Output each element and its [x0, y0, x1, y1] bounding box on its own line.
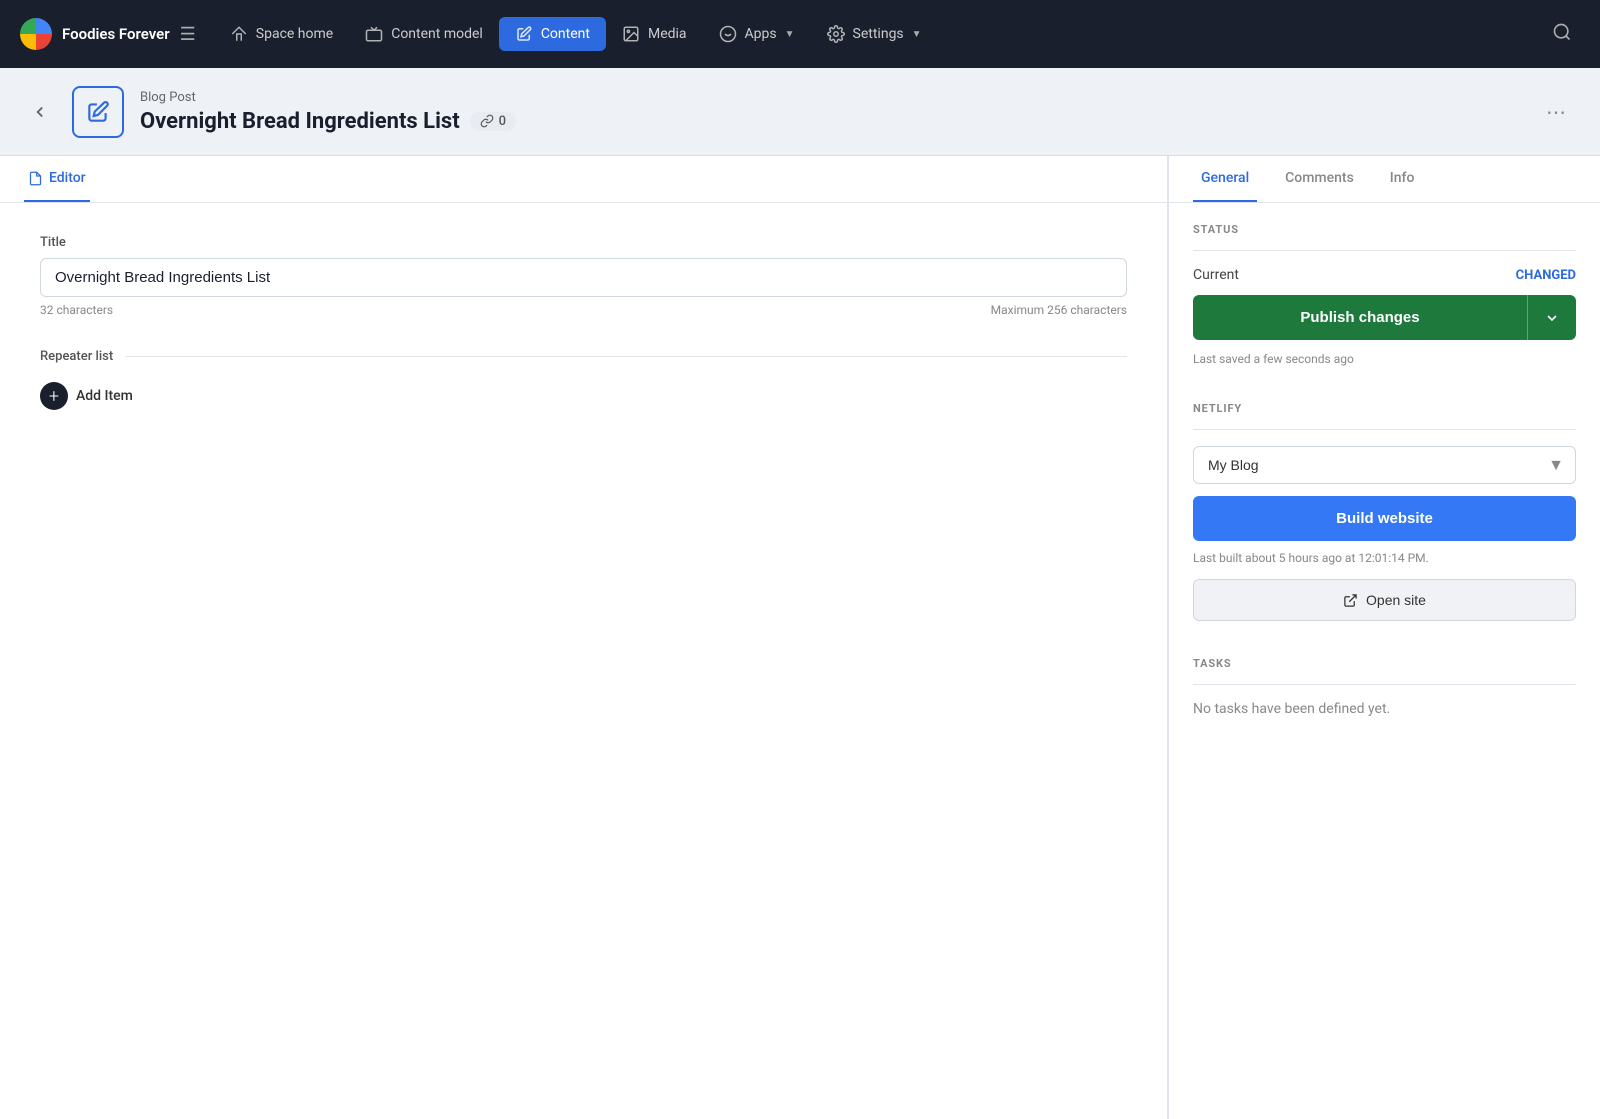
publish-button[interactable]: Publish changes [1193, 295, 1527, 340]
title-input[interactable] [40, 258, 1127, 297]
top-navigation: Foodies Forever ☰ Space home Content mod… [0, 0, 1600, 68]
netlify-section-label: NETLIFY [1193, 402, 1576, 415]
nav-apps[interactable]: Apps ▼ [703, 17, 811, 51]
editor-form: Title 32 characters Maximum 256 characte… [0, 203, 1167, 450]
tasks-section-label: TASKS [1193, 657, 1576, 670]
back-button[interactable] [24, 96, 56, 128]
tab-general-label: General [1201, 170, 1249, 186]
nav-content-model-label: Content model [391, 26, 483, 42]
blog-select-wrap: My Blog ▼ [1193, 446, 1576, 484]
repeater-label-text: Repeater list [40, 349, 113, 364]
tab-general[interactable]: General [1193, 156, 1257, 202]
status-current-label: Current [1193, 267, 1239, 283]
tab-info[interactable]: Info [1382, 156, 1423, 202]
page-header: Blog Post Overnight Bread Ingredients Li… [0, 68, 1600, 156]
settings-dropdown-icon: ▼ [912, 29, 922, 40]
chevron-down-icon [1544, 310, 1560, 326]
link-icon [480, 114, 494, 128]
publish-button-wrap: Publish changes [1193, 295, 1576, 340]
tab-comments[interactable]: Comments [1277, 156, 1362, 202]
external-link-icon [1343, 593, 1358, 608]
apps-icon [719, 25, 737, 43]
nav-media[interactable]: Media [606, 17, 703, 51]
blog-select[interactable]: My Blog [1193, 446, 1576, 484]
right-tabs: General Comments Info [1169, 156, 1600, 203]
home-icon [230, 25, 248, 43]
nav-space-home-label: Space home [256, 26, 333, 42]
tasks-section: TASKS No tasks have been defined yet. [1193, 641, 1576, 717]
status-section: STATUS Current CHANGED Publish changes L… [1193, 203, 1576, 366]
last-saved-text: Last saved a few seconds ago [1193, 352, 1576, 366]
add-item-button[interactable]: + Add Item [40, 374, 1127, 418]
content-icon-nav [515, 25, 533, 43]
last-built-text: Last built about 5 hours ago at 12:01:14… [1193, 551, 1576, 565]
header-text-block: Blog Post Overnight Bread Ingredients Li… [140, 90, 1522, 134]
open-site-label: Open site [1366, 592, 1426, 608]
editor-tab-icon [28, 171, 43, 186]
content-type-label: Blog Post [140, 90, 1522, 105]
add-item-label: Add Item [76, 388, 133, 404]
nav-content-label: Content [541, 26, 590, 42]
app-logo[interactable]: Foodies Forever [20, 18, 170, 50]
open-site-button[interactable]: Open site [1193, 579, 1576, 621]
no-tasks-text: No tasks have been defined yet. [1193, 701, 1576, 717]
nav-content-model[interactable]: Content model [349, 17, 499, 51]
nav-apps-label: Apps [745, 26, 777, 42]
tab-editor[interactable]: Editor [24, 156, 90, 202]
title-text: Overnight Bread Ingredients List [140, 109, 460, 134]
settings-icon [827, 25, 845, 43]
app-name: Foodies Forever [62, 25, 170, 43]
status-badge: CHANGED [1516, 268, 1576, 283]
status-divider [1193, 250, 1576, 251]
nav-settings-label: Settings [853, 26, 904, 42]
main-layout: Editor Title 32 characters Maximum 256 c… [0, 156, 1600, 1119]
menu-icon[interactable]: ☰ [180, 24, 196, 45]
right-panel: General Comments Info STATUS Current CHA… [1168, 156, 1600, 1119]
field-meta: 32 characters Maximum 256 characters [40, 303, 1127, 317]
link-badge[interactable]: 0 [470, 112, 516, 131]
repeater-divider [125, 356, 1127, 357]
editor-panel: Editor Title 32 characters Maximum 256 c… [0, 156, 1168, 1119]
search-icon[interactable] [1544, 14, 1580, 55]
char-max: Maximum 256 characters [991, 303, 1127, 317]
link-count: 0 [499, 114, 506, 129]
char-count: 32 characters [40, 303, 113, 317]
content-model-icon [365, 25, 383, 43]
nav-settings[interactable]: Settings ▼ [811, 17, 938, 51]
tab-comments-label: Comments [1285, 170, 1354, 186]
media-icon [622, 25, 640, 43]
tab-info-label: Info [1390, 170, 1415, 186]
repeater-label: Repeater list [40, 349, 1127, 364]
editor-tabs: Editor [0, 156, 1167, 203]
editor-tab-label: Editor [49, 170, 86, 186]
title-label: Title [40, 235, 1127, 250]
netlify-section: NETLIFY My Blog ▼ Build website Last bui… [1193, 386, 1576, 621]
add-circle-icon: + [40, 382, 68, 410]
build-website-button[interactable]: Build website [1193, 496, 1576, 541]
status-section-label: STATUS [1193, 223, 1576, 236]
repeater-section: Repeater list + Add Item [40, 349, 1127, 418]
nav-space-home[interactable]: Space home [214, 17, 349, 51]
publish-dropdown-button[interactable] [1527, 295, 1576, 340]
page-title: Overnight Bread Ingredients List 0 [140, 109, 1522, 134]
logo-icon [20, 18, 52, 50]
nav-media-label: Media [648, 26, 687, 42]
more-options-button[interactable]: ⋯ [1538, 92, 1576, 132]
content-type-icon [72, 86, 124, 138]
nav-content[interactable]: Content [499, 17, 606, 51]
title-field-group: Title 32 characters Maximum 256 characte… [40, 235, 1127, 317]
netlify-divider [1193, 429, 1576, 430]
right-content: STATUS Current CHANGED Publish changes L… [1169, 203, 1600, 1119]
tasks-divider [1193, 684, 1576, 685]
status-row: Current CHANGED [1193, 267, 1576, 283]
apps-dropdown-icon: ▼ [785, 29, 795, 40]
